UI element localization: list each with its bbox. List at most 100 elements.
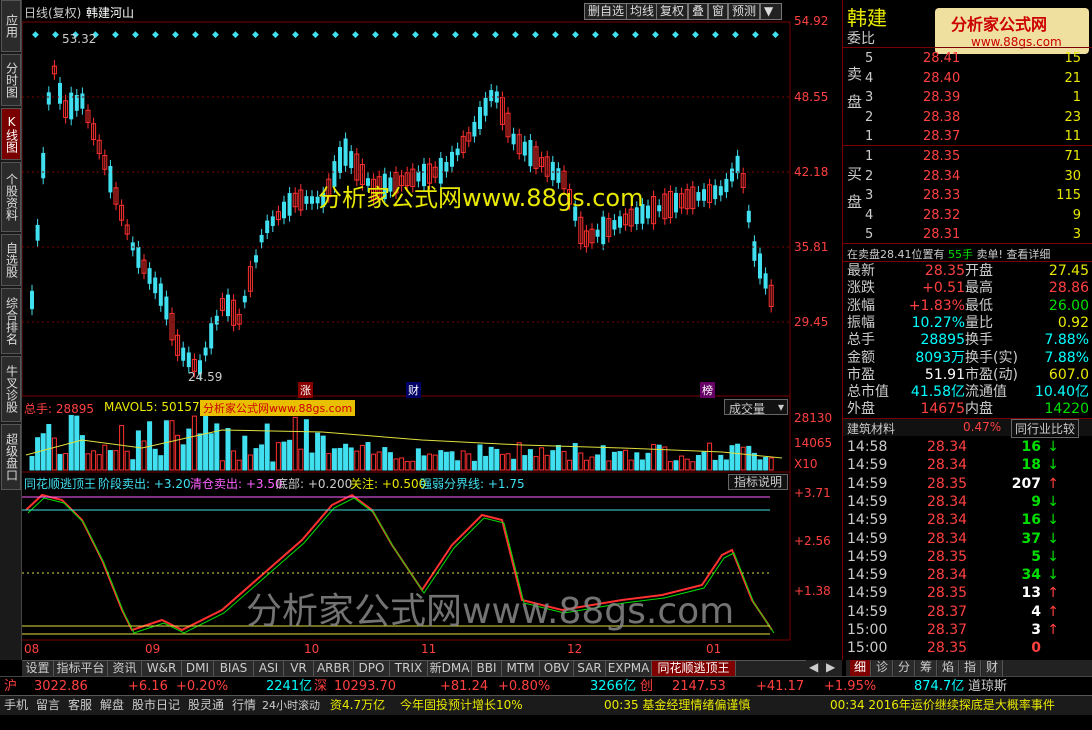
nav-watchlist[interactable]: 自选股	[1, 234, 21, 286]
sell-row[interactable]: 2 28.38 23	[843, 109, 1092, 126]
indicator-tab[interactable]: DPO	[354, 661, 390, 677]
buy-row[interactable]: 1 28.35 71	[843, 148, 1092, 165]
quote-tab[interactable]: 财	[982, 660, 1003, 676]
sz-amount: 3266亿	[590, 679, 637, 694]
bottom-24h[interactable]: 24小时滚动	[262, 696, 320, 715]
bottom-diary[interactable]: 股市日记	[132, 696, 180, 715]
buy-volume: 115	[1056, 188, 1081, 204]
indicator-tab[interactable]: MTM	[502, 661, 540, 677]
sell-row[interactable]: 5 28.41 15	[843, 50, 1092, 67]
indicator-tab[interactable]: 同花顺逃顶王	[652, 661, 736, 677]
indicator-tab[interactable]: EXPMA	[606, 661, 652, 677]
news-3[interactable]: 00:35 基金经理情绪偏谨慎	[604, 696, 750, 715]
indicator-tab[interactable]: BBI	[472, 661, 502, 677]
quote-tab[interactable]: 分	[894, 660, 915, 676]
volume-bar	[298, 448, 304, 471]
news-4[interactable]: 00:34 2016年运价继续探底是大概率事件	[830, 696, 1055, 715]
news-1[interactable]: 资4.7万亿	[330, 696, 385, 715]
nav-diagnose[interactable]: 牛叉诊股	[1, 356, 21, 422]
indicator-tab[interactable]: W&R	[142, 661, 182, 677]
signal-diamond: ◆	[372, 30, 379, 40]
stat-label-2: 内盘	[965, 401, 993, 418]
order-info-link[interactable]: 卖单! 查看详细	[977, 248, 1051, 261]
industry-name[interactable]: 建筑材料	[847, 420, 895, 437]
nav-stock-info[interactable]: 个股资料	[1, 162, 21, 232]
quote-tab[interactable]: 诊	[872, 660, 893, 676]
indicator-tab[interactable]: ARBR	[314, 661, 354, 677]
quote-tab[interactable]: 焰	[938, 660, 959, 676]
volume-bar	[628, 459, 634, 471]
volume-bar	[270, 461, 276, 471]
high-mark: 53.32	[62, 32, 97, 46]
sell-price: 28.38	[923, 109, 961, 125]
sz-label[interactable]: 深	[314, 677, 327, 696]
indicator-tab[interactable]: 资讯	[108, 661, 142, 677]
volume-bar	[57, 453, 63, 471]
buy-row[interactable]: 2 28.34 30	[843, 168, 1092, 185]
bottom-gulingtong[interactable]: 股灵通	[188, 696, 224, 715]
candle	[181, 347, 186, 361]
sh-change: +6.16	[128, 679, 168, 694]
indicator-tab[interactable]: BIAS	[214, 661, 254, 677]
bottom-analysis[interactable]: 解盘	[100, 696, 124, 715]
buy-row[interactable]: 4 28.32 9	[843, 207, 1092, 224]
indicator-tab[interactable]: 新DMA	[428, 661, 472, 677]
event-list[interactable]: 榜	[700, 382, 715, 398]
indicator-tab[interactable]: ASI	[254, 661, 284, 677]
nav-app[interactable]: 应用	[1, 0, 21, 52]
volume-bar	[673, 460, 679, 471]
candle	[763, 273, 768, 289]
event-limit-up[interactable]: 涨	[298, 382, 313, 398]
event-finance[interactable]: 财	[406, 382, 421, 398]
quote-tab[interactable]: 指	[960, 660, 981, 676]
indicator-tab[interactable]: 指标平台	[54, 661, 108, 677]
bottom-message[interactable]: 留言	[36, 696, 60, 715]
nav-super-panel[interactable]: 超级盘口	[1, 424, 21, 490]
candle	[158, 283, 163, 306]
right-arrow-icon[interactable]: ▶	[826, 660, 835, 674]
signal-diamond: ◆	[472, 30, 479, 40]
arrow-down-icon: ↓	[1047, 567, 1059, 584]
sell-row[interactable]: 4 28.40 21	[843, 70, 1092, 87]
signal-diamond: ◆	[492, 30, 499, 40]
volume-bar	[303, 419, 309, 471]
industry-compare-button[interactable]: 同行业比较	[1011, 419, 1080, 438]
quote-tab[interactable]: 细	[850, 660, 871, 676]
buy-price: 28.32	[923, 207, 961, 223]
indicator-tab[interactable]: TRIX	[390, 661, 428, 677]
bottom-quote[interactable]: 行情	[232, 696, 256, 715]
chart-area[interactable]: ◆ ◆ ◆ ◆ ◆ ◆ ◆ ◆ ◆ ◆ ◆ ◆ ◆ ◆ ◆ ◆ ◆ ◆ ◆ ◆ ◆ ◆ ◆ ◆ ◆ ◆ ◆ ◆ ◆ ◆ ◆ ◆ ◆ ◆ ◆ ◆ ◆ ◆	[22, 0, 842, 660]
nav-fenshi[interactable]: 分时图	[1, 54, 21, 106]
sell-row[interactable]: 1 28.37 11	[843, 128, 1092, 145]
nav-kline[interactable]: K线图	[1, 108, 21, 160]
nav-rank[interactable]: 综合排名	[1, 288, 21, 354]
indicator-tab[interactable]: SAR	[574, 661, 606, 677]
arrow-up-icon: ↑	[1047, 475, 1059, 492]
stat-row: 总手 28895 换手 7.88%	[843, 332, 1092, 349]
buy-row[interactable]: 5 28.31 3	[843, 226, 1092, 243]
buy-row[interactable]: 3 28.33 115	[843, 187, 1092, 204]
volume-bar	[309, 452, 315, 471]
quote-tab[interactable]: 筹	[916, 660, 937, 676]
news-2[interactable]: 今年固投预计增长10%	[400, 696, 523, 715]
indicator-tab[interactable]: OBV	[540, 661, 574, 677]
volume-bar	[455, 460, 461, 471]
left-arrow-icon[interactable]: ◀	[809, 660, 818, 674]
indicator-tab[interactable]: 设置	[22, 661, 54, 677]
sell-row[interactable]: 3 28.39 1	[843, 89, 1092, 106]
sh-label[interactable]: 沪	[4, 677, 17, 696]
volume-select[interactable]: 成交量 ▾	[724, 399, 788, 416]
candle	[349, 151, 354, 169]
signal-diamond: ◆	[172, 30, 179, 40]
indicator-tab[interactable]: VR	[284, 661, 314, 677]
bottom-mobile[interactable]: 手机	[4, 696, 28, 715]
cy-label[interactable]: 创	[640, 677, 653, 696]
volume-bar	[735, 443, 741, 471]
indicator-tab[interactable]: DMI	[182, 661, 214, 677]
candle	[444, 162, 449, 172]
volume-bar	[679, 455, 685, 471]
tick-volume: 4	[1031, 603, 1041, 620]
dj-label[interactable]: 道琼斯	[968, 677, 1007, 696]
indicator-help-button[interactable]: 指标说明	[728, 474, 788, 490]
bottom-service[interactable]: 客服	[68, 696, 92, 715]
